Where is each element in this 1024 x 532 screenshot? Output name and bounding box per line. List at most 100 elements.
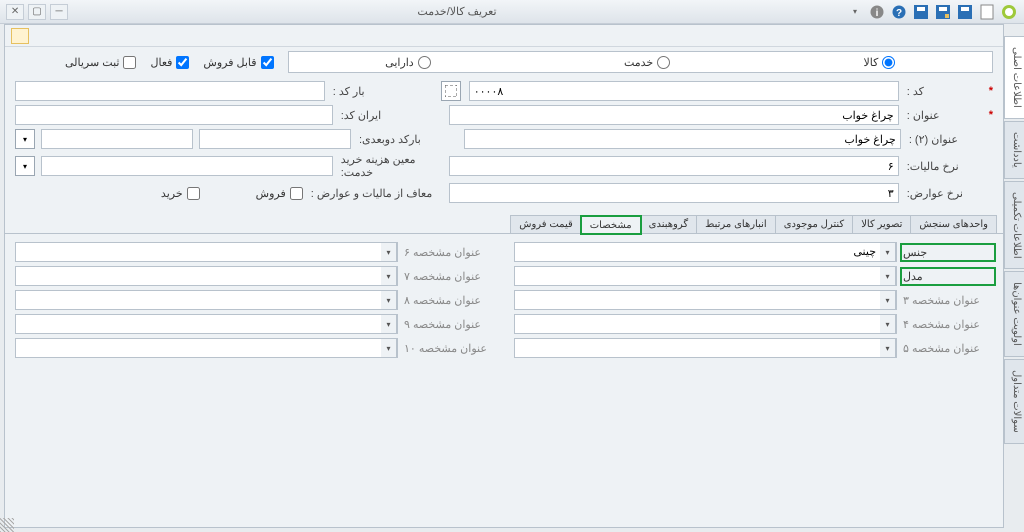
spec-row: عنوان مشخصه ۳ ▾ <box>514 290 993 310</box>
input-code[interactable] <box>469 81 899 101</box>
spec-combo[interactable]: ▾ <box>514 314 897 334</box>
type-row: کالا خدمت دارایی قابل فروش فعال ثبت سریا… <box>5 47 1003 75</box>
main-panel: کالا خدمت دارایی قابل فروش فعال ثبت سریا… <box>4 24 1004 528</box>
input-moein[interactable] <box>41 156 333 176</box>
radio-service[interactable]: خدمت <box>624 56 670 69</box>
chevron-down-icon[interactable]: ▾ <box>880 315 896 333</box>
chevron-down-icon[interactable]: ▾ <box>880 267 896 285</box>
help-icon[interactable]: ? <box>890 3 908 21</box>
vertical-tabs: اطلاعات اصلی یادداشت اطلاعات تکمیلی اولو… <box>1004 36 1024 446</box>
spec-row: عنوان مشخصه ۱۰▾ <box>15 338 494 358</box>
chk-exempt-sale[interactable]: فروش <box>256 187 303 200</box>
spec-value <box>515 267 880 285</box>
lbl-barcode: بار کد : <box>333 85 433 98</box>
minimize-button[interactable]: ─ <box>50 4 68 20</box>
lbl-taxrate: نرخ مالیات: <box>907 160 977 173</box>
input-irancode[interactable] <box>15 105 333 125</box>
radio-goods[interactable]: کالا <box>864 56 896 69</box>
chk-exempt-buy[interactable]: خرید <box>161 187 200 200</box>
chevron-down-icon[interactable]: ▾ <box>381 243 397 261</box>
side-tab-note[interactable]: یادداشت <box>1004 121 1024 179</box>
required-mark: * <box>989 109 993 121</box>
form-grid: * کد : بار کد : * عنوان : ایران کد: * عن… <box>5 75 1003 211</box>
save-icon[interactable] <box>956 3 974 21</box>
sub-tab-image[interactable]: تصویر کالا <box>852 215 911 233</box>
spec-value: چینی <box>515 243 880 261</box>
lbl-barcode2d: بارکد دوبعدی: <box>359 133 456 146</box>
input-taxrate[interactable] <box>449 156 899 176</box>
chevron-down-icon[interactable]: ▾ <box>381 315 397 333</box>
spec-value <box>16 267 381 285</box>
spec-combo[interactable]: ▾ <box>514 266 897 286</box>
spec-combo[interactable]: ▾ <box>15 290 398 310</box>
input-barcode2d-1[interactable] <box>199 129 351 149</box>
maximize-button[interactable]: ▢ <box>28 4 46 20</box>
menu-dropdown-icon[interactable]: ▾ <box>846 3 864 21</box>
chevron-down-icon[interactable]: ▾ <box>880 339 896 357</box>
spec-label: عنوان مشخصه ۷ <box>404 270 494 283</box>
lbl-moein: معین هزینه خرید خدمت: <box>341 153 441 179</box>
barcode2d-drop-button[interactable]: ▾ <box>15 129 35 149</box>
side-tab-extra[interactable]: اطلاعات تکمیلی <box>1004 181 1024 270</box>
side-tab-priority[interactable]: اولویت عنوان‌ها <box>1004 271 1024 357</box>
spec-combo[interactable]: ▾ <box>15 338 398 358</box>
spec-label: عنوان مشخصه ۹ <box>404 318 494 331</box>
chk-active[interactable]: فعال <box>150 56 189 69</box>
spec-label: عنوان مشخصه ۶ <box>404 246 494 259</box>
chevron-down-icon[interactable]: ▾ <box>381 267 397 285</box>
title-bar: ? i ▾ تعریف کالا/خدمت ─ ▢ ✕ <box>0 0 1024 24</box>
input-barcode2d-2[interactable] <box>41 129 193 149</box>
spec-value <box>16 315 381 333</box>
spec-label: عنوان مشخصه ۳ <box>903 294 993 307</box>
required-mark: * <box>989 85 993 97</box>
spec-combo[interactable]: ▾ <box>15 242 398 262</box>
radio-asset[interactable]: دارایی <box>385 56 431 69</box>
input-feerate[interactable] <box>449 183 899 203</box>
save-as-icon[interactable] <box>934 3 952 21</box>
info-icon[interactable]: i <box>868 3 886 21</box>
moein-drop-button[interactable]: ▾ <box>15 156 35 176</box>
spec-label: عنوان مشخصه ۸ <box>404 294 494 307</box>
lbl-title2: عنوان (۲) : <box>909 133 977 146</box>
lbl-irancode: ایران کد: <box>341 109 441 122</box>
spec-combo[interactable]: ▾ <box>15 314 398 334</box>
spec-row: جنس ▾چینی <box>514 242 993 262</box>
spec-combo[interactable]: ▾ <box>15 266 398 286</box>
sub-tab-saleprice[interactable]: قیمت فروش <box>510 215 582 233</box>
side-tab-main-info[interactable]: اطلاعات اصلی <box>1004 36 1024 119</box>
spec-label: عنوان مشخصه ۴ <box>903 318 993 331</box>
new-icon[interactable] <box>978 3 996 21</box>
lbl-code: کد : <box>907 85 977 98</box>
side-tab-faq[interactable]: سوالات متداول <box>1004 359 1024 444</box>
type-radio-group: کالا خدمت دارایی <box>288 51 993 73</box>
chevron-down-icon[interactable]: ▾ <box>880 243 896 261</box>
spec-combo[interactable]: ▾چینی <box>514 242 897 262</box>
sub-tab-warehouses[interactable]: انبارهای مرتبط <box>696 215 776 233</box>
barcode-scan-button[interactable] <box>441 81 461 101</box>
spec-row: عنوان مشخصه ۴ ▾ <box>514 314 993 334</box>
lbl-exempt: معاف از مالیات و عوارض : <box>311 187 441 200</box>
input-title2[interactable] <box>464 129 901 149</box>
spec-combo[interactable]: ▾ <box>514 290 897 310</box>
sheet-icon[interactable] <box>11 28 29 44</box>
spec-combo[interactable]: ▾ <box>514 338 897 358</box>
chevron-down-icon[interactable]: ▾ <box>381 291 397 309</box>
sub-tab-grouping[interactable]: گروهبندی <box>640 215 698 233</box>
sub-tab-stock[interactable]: کنترل موجودی <box>775 215 854 233</box>
specs-col-right: جنس▾چینیمدل▾عنوان مشخصه ۳▾عنوان مشخصه ۴▾… <box>514 242 993 358</box>
chk-serial[interactable]: ثبت سریالی <box>65 56 136 69</box>
chk-saleable[interactable]: قابل فروش <box>203 56 273 69</box>
spec-label: مدل <box>903 270 993 283</box>
chevron-down-icon[interactable]: ▾ <box>381 339 397 357</box>
spec-label: جنس <box>903 246 993 259</box>
sub-tabs: واحدهای سنجش تصویر کالا کنترل موجودی انب… <box>5 215 1003 234</box>
close-button[interactable]: ✕ <box>6 4 24 20</box>
sub-tab-specs[interactable]: مشخصات <box>581 216 641 234</box>
sub-tab-units[interactable]: واحدهای سنجش <box>910 215 997 233</box>
save-3-icon[interactable] <box>912 3 930 21</box>
input-title[interactable] <box>449 105 899 125</box>
chevron-down-icon[interactable]: ▾ <box>880 291 896 309</box>
input-barcode[interactable] <box>15 81 325 101</box>
resize-grip-icon[interactable] <box>0 518 14 532</box>
spec-row: عنوان مشخصه ۷ ▾ <box>15 266 494 286</box>
